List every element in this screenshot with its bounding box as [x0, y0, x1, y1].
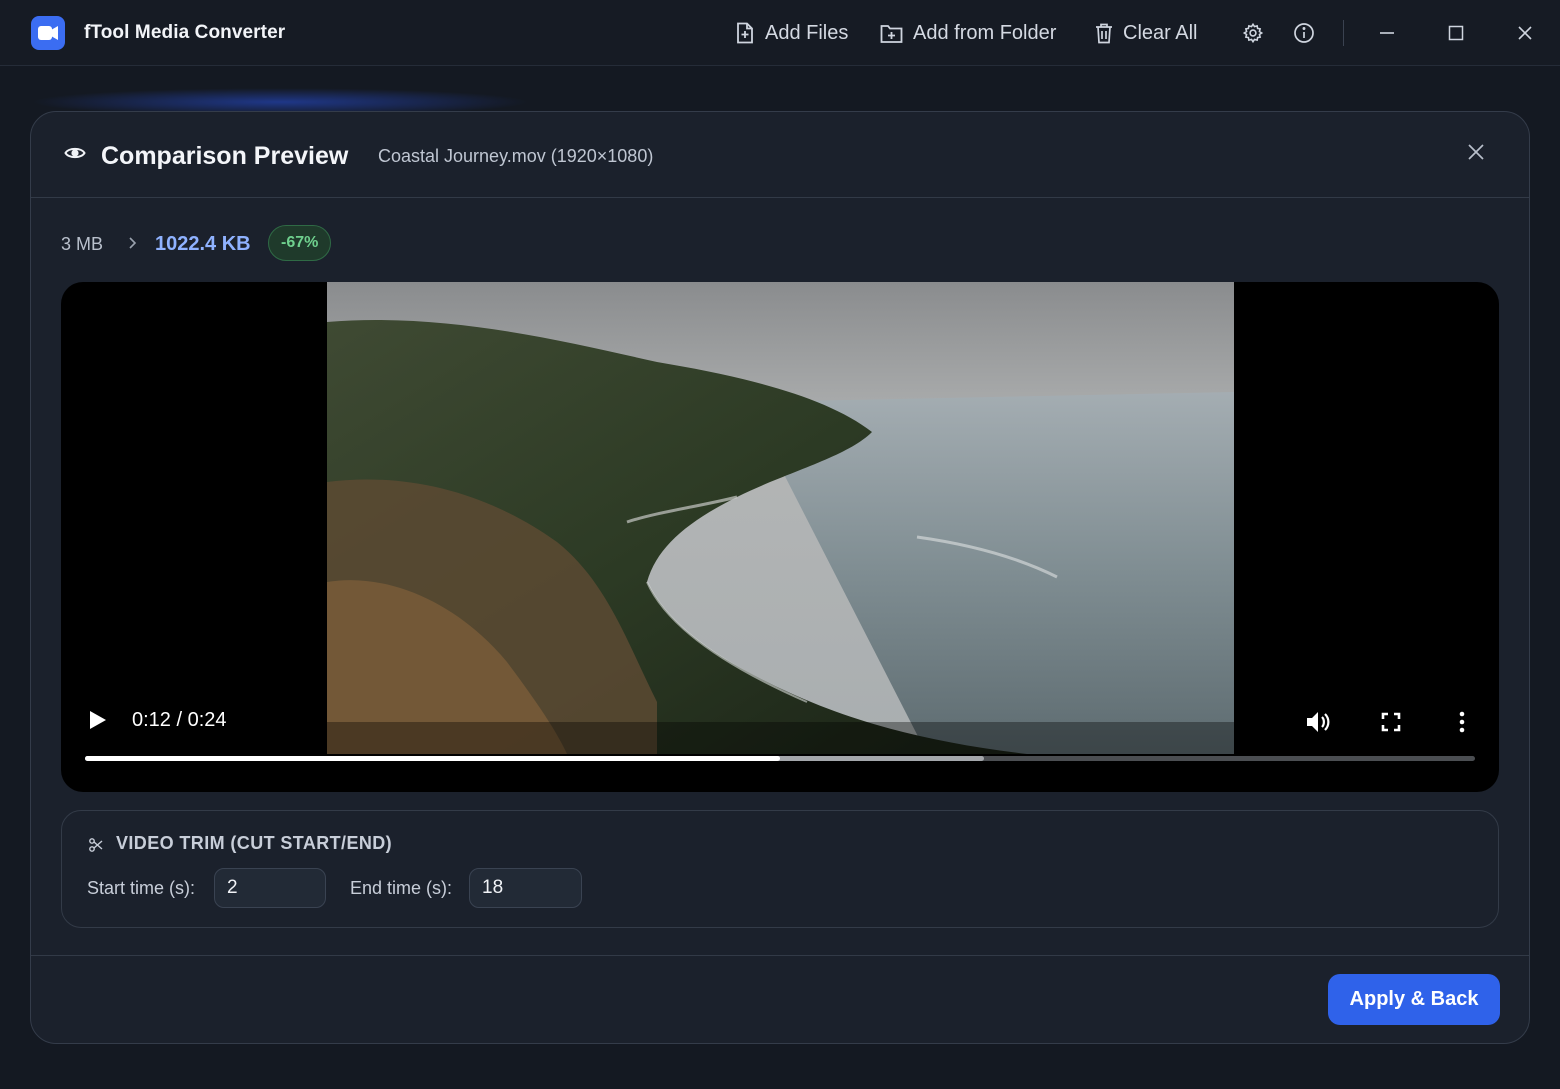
clear-all-button[interactable]: Clear All	[1095, 18, 1197, 48]
video-frame-image	[327, 282, 1234, 754]
start-time-label: Start time (s):	[87, 878, 196, 898]
settings-icon	[1242, 22, 1264, 44]
video-progress-bar[interactable]	[85, 756, 1475, 761]
scissors-icon	[89, 838, 103, 852]
add-files-label: Add Files	[765, 21, 849, 44]
info-button[interactable]	[1290, 19, 1318, 47]
settings-button[interactable]	[1239, 19, 1267, 47]
end-time-input[interactable]	[469, 868, 582, 908]
video-played-bar	[85, 756, 780, 761]
comparison-preview-modal: Comparison Preview Coastal Journey.mov (…	[30, 111, 1530, 1044]
trim-title: VIDEO TRIM (CUT START/END)	[116, 833, 393, 853]
window-close-button[interactable]	[1511, 19, 1539, 47]
start-time-input[interactable]	[214, 868, 326, 908]
title-bar: fTool Media Converter Add Files Add from…	[0, 0, 1560, 66]
add-from-folder-button[interactable]: Add from Folder	[880, 18, 1056, 48]
app-title: fTool Media Converter	[84, 22, 286, 43]
maximize-button[interactable]	[1442, 19, 1470, 47]
minimize-icon	[1380, 32, 1394, 34]
add-folder-icon	[880, 24, 903, 43]
file-info: Coastal Journey.mov (1920×1080)	[378, 146, 654, 166]
apply-back-button[interactable]: Apply & Back	[1328, 974, 1500, 1025]
modal-header: Comparison Preview Coastal Journey.mov (…	[31, 112, 1529, 198]
original-size: 3 MB	[61, 234, 104, 254]
add-files-button[interactable]: Add Files	[735, 18, 848, 48]
fullscreen-button[interactable]	[1376, 707, 1406, 737]
app-logo-icon	[31, 16, 65, 50]
size-reduction-badge: -67%	[268, 225, 332, 261]
video-frame[interactable]	[327, 282, 1234, 754]
video-player[interactable]: 0:12 / 0:24	[61, 282, 1499, 792]
fullscreen-icon	[1381, 712, 1401, 732]
play-icon[interactable]	[87, 708, 109, 732]
volume-button[interactable]	[1303, 707, 1333, 737]
volume-icon	[1307, 712, 1330, 732]
footer-divider	[31, 955, 1529, 956]
end-time-label: End time (s):	[350, 878, 453, 898]
video-time: 0:12 / 0:24	[132, 709, 227, 731]
trash-icon	[1096, 23, 1112, 43]
video-trim-panel: VIDEO TRIM (CUT START/END) Start time (s…	[61, 810, 1499, 928]
add-from-folder-label: Add from Folder	[913, 21, 1057, 44]
maximize-icon	[1448, 25, 1464, 41]
more-vertical-icon	[1459, 711, 1465, 733]
info-icon	[1294, 23, 1314, 43]
minimize-button[interactable]	[1373, 19, 1401, 47]
new-size: 1022.4 KB	[155, 233, 251, 255]
add-file-icon	[737, 22, 753, 44]
eye-icon	[64, 147, 86, 159]
chevron-right-icon	[129, 237, 137, 249]
modal-title: Comparison Preview	[101, 142, 349, 170]
close-icon	[1518, 26, 1532, 40]
modal-close-button[interactable]	[1467, 143, 1491, 167]
more-options-button[interactable]	[1447, 707, 1477, 737]
clear-all-label: Clear All	[1123, 21, 1198, 44]
toolbar-separator	[1343, 20, 1344, 46]
close-icon	[1468, 144, 1484, 160]
